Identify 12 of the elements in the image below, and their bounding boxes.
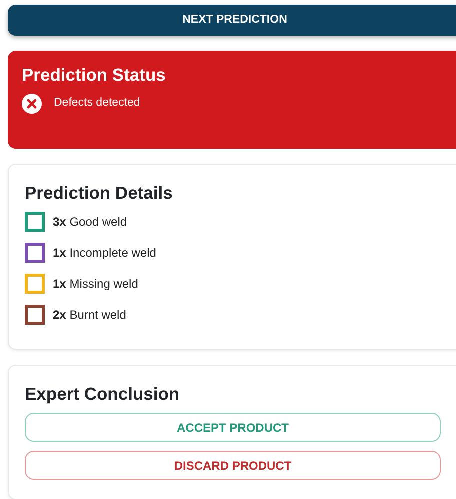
discard-button[interactable]: DISCARD PRODUCT — [25, 451, 441, 480]
status-title: Prediction Status — [22, 65, 167, 86]
legend-label: 3x Good weld — [53, 214, 128, 231]
details-title: Prediction Details — [25, 183, 174, 204]
accept-button[interactable]: ACCEPT PRODUCT — [25, 413, 441, 442]
error-icon — [22, 94, 42, 114]
legend-label: 2x Burnt weld — [53, 307, 126, 324]
status-message: Defects detected — [54, 96, 140, 112]
next-prediction-button[interactable]: NEXT PREDICTION — [8, 5, 456, 36]
legend-label: 1x Missing weld — [53, 276, 138, 293]
conclusion-title: Expert Conclusion — [25, 384, 181, 405]
legend-label: 1x Incomplete weld — [53, 245, 156, 262]
